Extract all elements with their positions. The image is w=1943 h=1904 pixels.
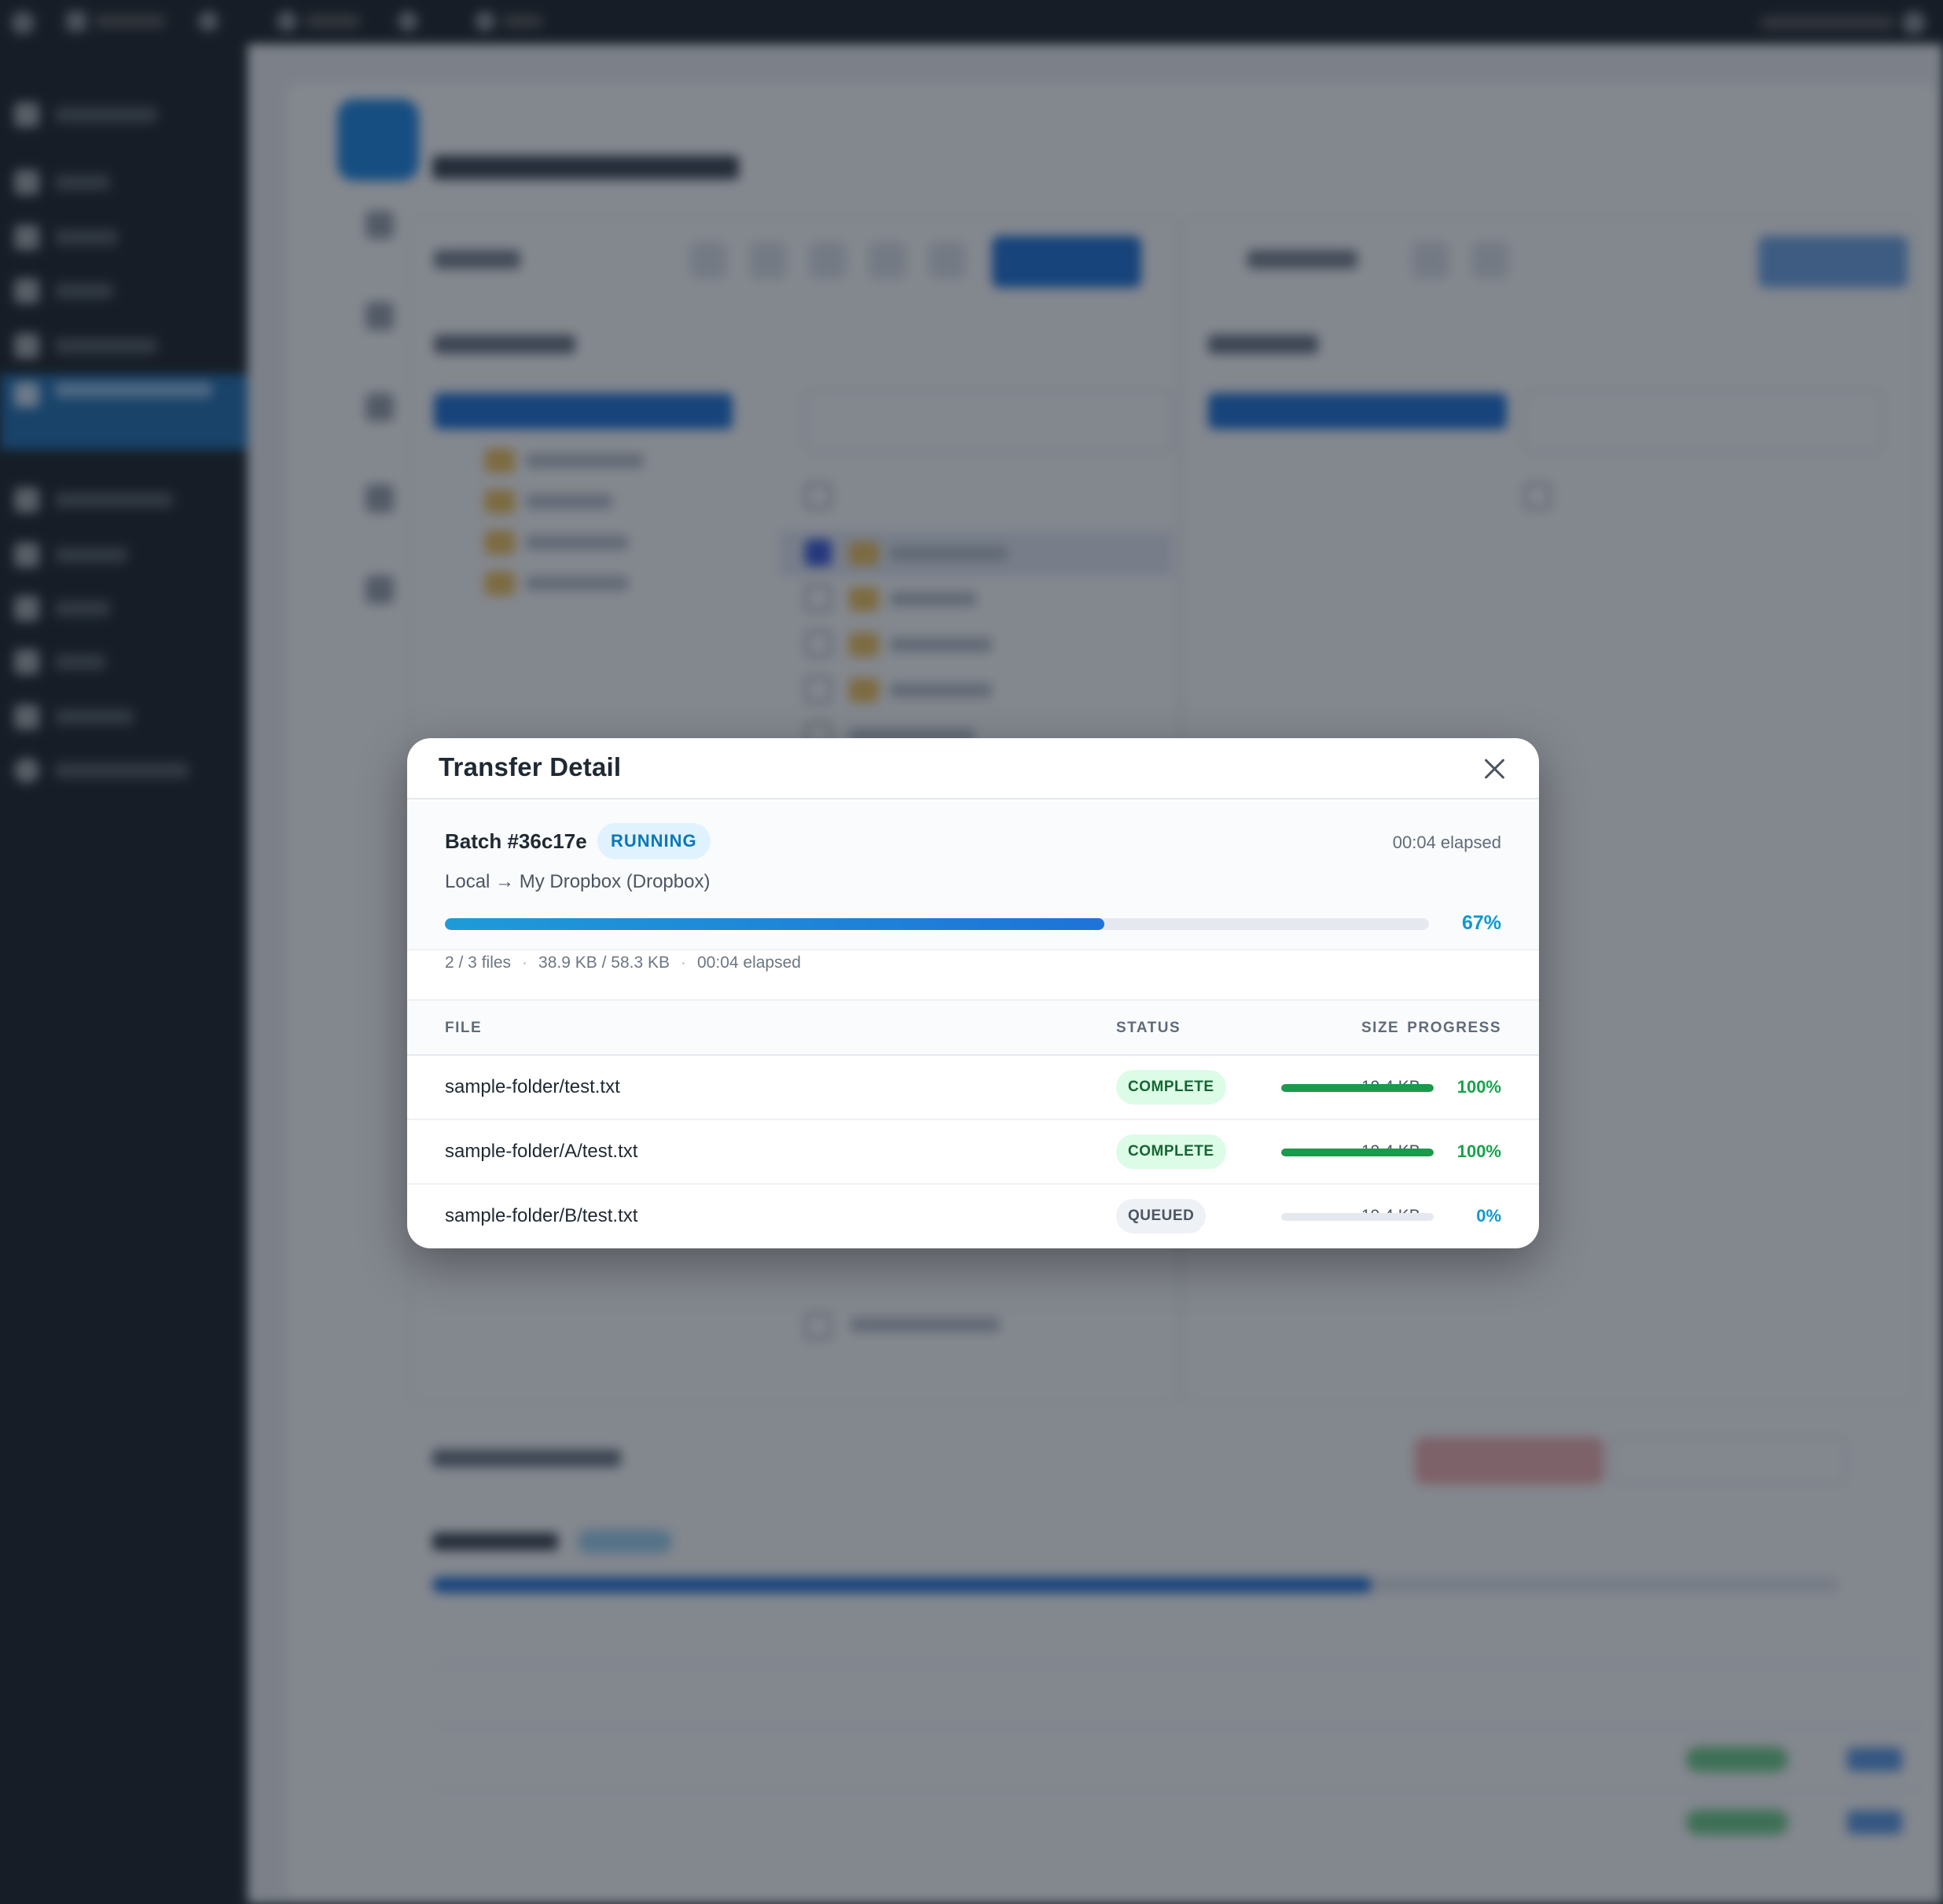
stat-bytes: 38.9 KB / 58.3 KB xyxy=(538,954,670,972)
batch-elapsed: 00:04 elapsed xyxy=(1392,833,1501,852)
file-progress-fill xyxy=(1281,1149,1434,1156)
status-badge: RUNNING xyxy=(597,823,711,859)
batch-route: Local → My Dropbox (Dropbox) xyxy=(445,871,711,892)
file-progress-fill xyxy=(1281,1084,1434,1092)
file-progress-percent: 0% xyxy=(1476,1206,1501,1226)
close-icon[interactable] xyxy=(1478,752,1511,785)
files-table-header: FILE SIZE STATUS PROGRESS xyxy=(407,999,1539,1056)
table-row: sample-folder/A/test.txt 19.4 KB COMPLET… xyxy=(407,1120,1539,1185)
file-progress-bar xyxy=(1281,1149,1434,1156)
file-progress-bar xyxy=(1281,1084,1434,1092)
batch-progress-fill xyxy=(445,918,1104,930)
batch-summary: Batch #36c17e RUNNING 00:04 elapsed Loca… xyxy=(407,801,1539,950)
status-badge: QUEUED xyxy=(1116,1199,1207,1233)
file-name: sample-folder/A/test.txt xyxy=(445,1141,638,1162)
stat-elapsed: 00:04 elapsed xyxy=(697,954,801,972)
file-name: sample-folder/B/test.txt xyxy=(445,1205,638,1226)
stat-files: 2 / 3 files xyxy=(445,954,512,972)
batch-stats: 2 / 3 files · 38.9 KB / 58.3 KB · 00:04 … xyxy=(445,954,801,972)
transfer-detail-modal: Transfer Detail Batch #36c17e RUNNING 00… xyxy=(407,738,1539,1248)
stat-separator: · xyxy=(681,954,686,972)
file-progress-percent: 100% xyxy=(1456,1141,1501,1161)
column-file: FILE xyxy=(445,1020,483,1036)
table-row: sample-folder/test.txt 19.4 KB COMPLETE … xyxy=(407,1056,1539,1120)
status-badge: COMPLETE xyxy=(1116,1070,1226,1105)
status-badge: COMPLETE xyxy=(1116,1134,1226,1169)
column-size: SIZE xyxy=(1361,1020,1400,1036)
file-name: sample-folder/test.txt xyxy=(445,1076,620,1097)
modal-header: Transfer Detail xyxy=(407,738,1539,799)
modal-title: Transfer Detail xyxy=(439,752,622,781)
column-status: STATUS xyxy=(1116,1020,1181,1036)
batch-id: Batch #36c17e xyxy=(445,829,587,853)
column-progress: PROGRESS xyxy=(1407,1020,1501,1036)
file-progress-percent: 100% xyxy=(1456,1077,1501,1097)
table-row: sample-folder/B/test.txt 19.4 KB QUEUED … xyxy=(407,1185,1539,1248)
file-progress-bar xyxy=(1281,1213,1434,1221)
batch-progress-bar xyxy=(445,918,1429,930)
batch-progress-percent: 67% xyxy=(1461,912,1501,934)
stat-separator: · xyxy=(522,954,528,972)
